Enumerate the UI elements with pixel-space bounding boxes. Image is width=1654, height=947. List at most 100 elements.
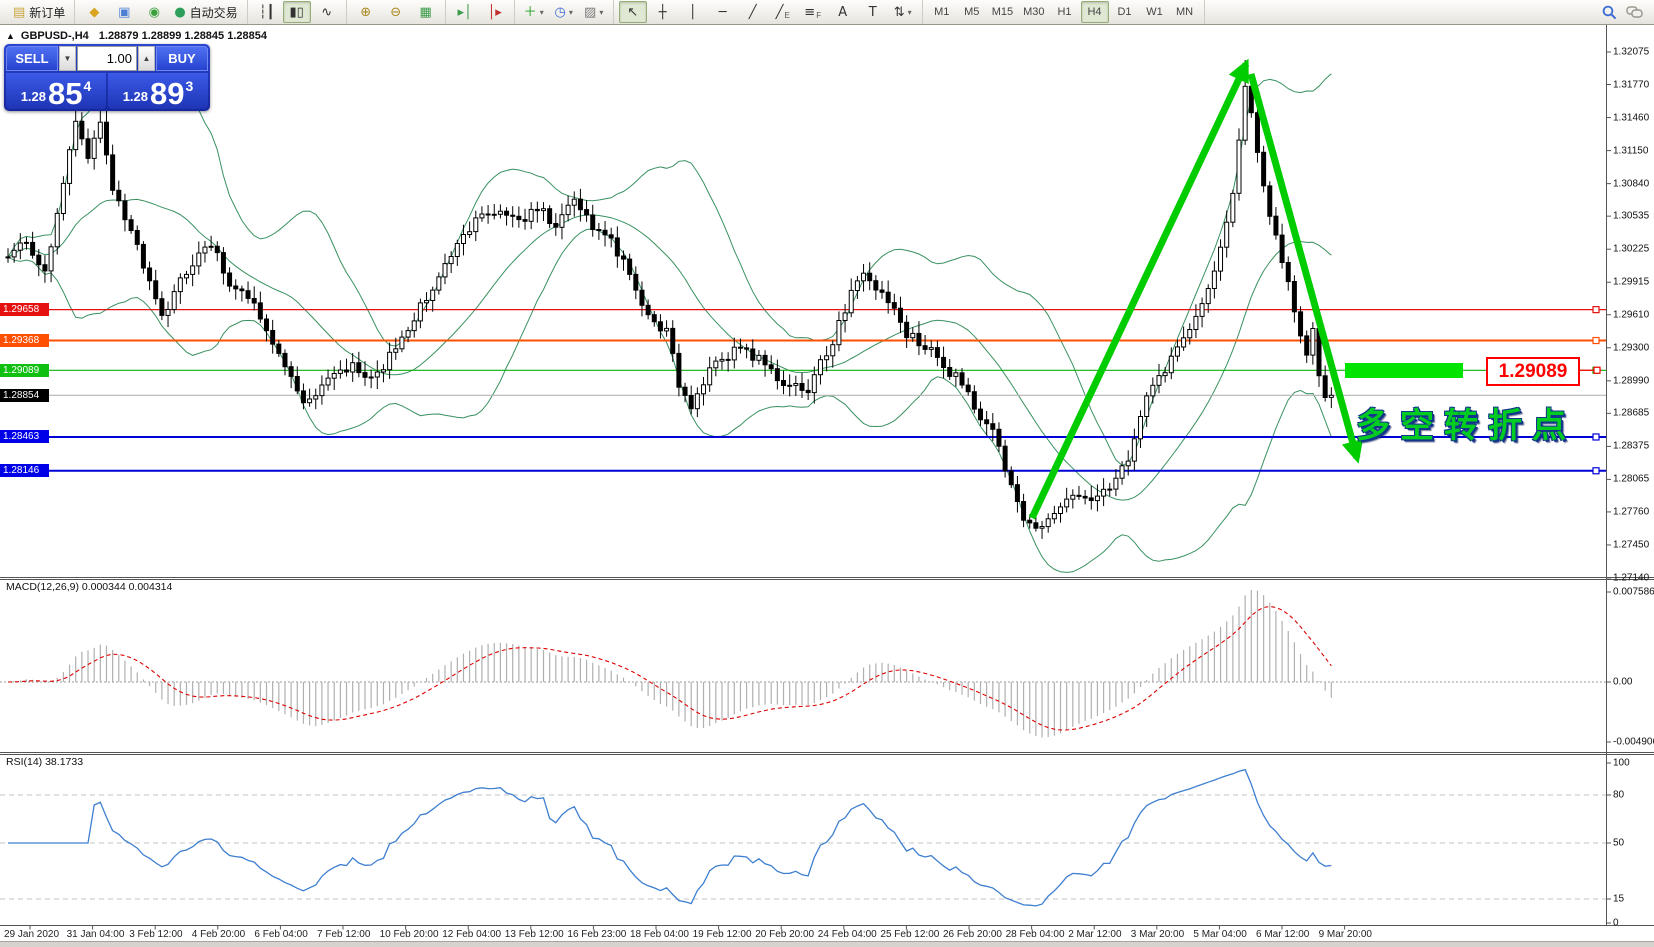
turning-point-annotation[interactable]: 多空转折点 bbox=[1356, 398, 1576, 447]
terminal-button[interactable]: ▣ bbox=[110, 1, 138, 23]
buy-price-base: 1.28 bbox=[123, 89, 148, 104]
tile-windows-button[interactable]: ▦ bbox=[412, 1, 440, 23]
chart-shift-button[interactable]: │▸ bbox=[481, 1, 509, 23]
bar-chart-button[interactable]: ┆┃ bbox=[253, 1, 281, 23]
sell-button[interactable]: SELL bbox=[6, 46, 58, 71]
auto-scroll-button[interactable]: ▸│ bbox=[451, 1, 479, 23]
time-label: 3 Mar 20:00 bbox=[1131, 929, 1184, 940]
vertical-line-button[interactable]: │ bbox=[679, 1, 707, 23]
signals-button[interactable]: ◉ bbox=[140, 1, 168, 23]
toolbar-group-chart-types: ┆┃▮▯∿ bbox=[248, 0, 347, 24]
macd-axis-label: -0.004906 bbox=[1613, 737, 1654, 748]
new-order-button[interactable]: ▤新订单 bbox=[9, 1, 69, 23]
timeframe-m15[interactable]: M15 bbox=[988, 1, 1017, 23]
sell-price-pips: 85 bbox=[48, 79, 82, 108]
price-callout[interactable]: 1.29089 bbox=[1486, 357, 1580, 386]
time-label: 12 Feb 04:00 bbox=[442, 929, 501, 940]
sell-price-base: 1.28 bbox=[21, 89, 46, 104]
mt4-window: ▤新订单◆▣◉●自动交易┆┃▮▯∿⊕⊖▦▸││▸＋▾◷▾▨▾↖┼│─╱╱E≡FA… bbox=[0, 0, 1654, 947]
collapse-panel-toggle[interactable]: ▲ bbox=[6, 31, 15, 41]
text-button[interactable]: A bbox=[829, 1, 857, 23]
timeframe-w1[interactable]: W1 bbox=[1141, 1, 1169, 23]
timeframe-d1[interactable]: D1 bbox=[1111, 1, 1139, 23]
timeframe-m5[interactable]: M5 bbox=[958, 1, 986, 23]
timeframe-h4[interactable]: H4 bbox=[1081, 1, 1109, 23]
time-label: 13 Feb 12:00 bbox=[505, 929, 564, 940]
time-label: 5 Mar 04:00 bbox=[1193, 929, 1246, 940]
chat-icon bbox=[1626, 5, 1644, 20]
time-label: 24 Feb 04:00 bbox=[818, 929, 877, 940]
trend-annotations[interactable] bbox=[1032, 64, 1601, 518]
arrows-button[interactable]: ⇅▾ bbox=[889, 1, 917, 23]
symbol-period-label: GBPUSD-,H4 bbox=[21, 30, 89, 42]
price-tick-label: 1.31460 bbox=[1613, 112, 1649, 123]
volume-up-button[interactable]: ▲ bbox=[138, 46, 155, 71]
price-marker: 1.29658 bbox=[0, 303, 49, 316]
price-tick-label: 1.29915 bbox=[1613, 277, 1649, 288]
time-label: 20 Feb 20:00 bbox=[755, 929, 814, 940]
rsi-axis-label: 50 bbox=[1613, 838, 1624, 849]
toolbar-group-zoom: ⊕⊖▦ bbox=[347, 0, 446, 24]
cursor-button[interactable]: ↖ bbox=[619, 1, 647, 23]
time-label: 2 Mar 12:00 bbox=[1068, 929, 1121, 940]
text-label-button[interactable]: T bbox=[859, 1, 887, 23]
toolbar-group-insert: ＋▾◷▾▨▾ bbox=[515, 0, 614, 24]
price-tick-label: 1.29300 bbox=[1613, 342, 1649, 353]
volume-down-button[interactable]: ▼ bbox=[59, 46, 76, 71]
price-tick-label: 1.28990 bbox=[1613, 375, 1649, 386]
indicators-button[interactable]: ＋▾ bbox=[520, 1, 548, 23]
time-label: 3 Feb 12:00 bbox=[129, 929, 182, 940]
price-tick-label: 1.28065 bbox=[1613, 474, 1649, 485]
trendline-button[interactable]: ╱ bbox=[739, 1, 767, 23]
trade-panel-prices: 1.28 85 4 1.28 89 3 bbox=[6, 73, 208, 109]
price-tick-label: 1.27760 bbox=[1613, 506, 1649, 517]
chart-canvas bbox=[0, 0, 1654, 947]
rsi-pane bbox=[0, 770, 1606, 906]
bollinger-bands bbox=[8, 74, 1331, 573]
fibonacci-button[interactable]: ≡F bbox=[799, 1, 827, 23]
timeframe-m1[interactable]: M1 bbox=[928, 1, 956, 23]
pane-frames bbox=[0, 25, 1654, 930]
price-tick-label: 1.31770 bbox=[1613, 79, 1649, 90]
crosshair-button[interactable]: ┼ bbox=[649, 1, 677, 23]
timeframe-h1[interactable]: H1 bbox=[1051, 1, 1079, 23]
toolbar-group-apps: ◆▣◉●自动交易 bbox=[75, 0, 247, 24]
time-label: 6 Mar 12:00 bbox=[1256, 929, 1309, 940]
line-chart-button[interactable]: ∿ bbox=[313, 1, 341, 23]
timeframe-m30[interactable]: M30 bbox=[1019, 1, 1048, 23]
rsi-axis-label: 0 bbox=[1613, 918, 1619, 929]
periods-button[interactable]: ◷▾ bbox=[550, 1, 578, 23]
price-tick-label: 1.30225 bbox=[1613, 244, 1649, 255]
chat-button[interactable] bbox=[1624, 2, 1646, 22]
search-icon bbox=[1602, 5, 1617, 20]
buy-button[interactable]: BUY bbox=[156, 46, 208, 71]
time-label: 4 Feb 20:00 bbox=[192, 929, 245, 940]
horizontal-line-button[interactable]: ─ bbox=[709, 1, 737, 23]
zoom-in-button[interactable]: ⊕ bbox=[352, 1, 380, 23]
rsi-axis-label: 100 bbox=[1613, 758, 1630, 769]
price-tick-label: 1.29610 bbox=[1613, 309, 1649, 320]
toolbar-group-tools: ↖┼│─╱╱E≡FAT⇅▾ bbox=[614, 0, 923, 24]
search-button[interactable] bbox=[1598, 2, 1620, 22]
macd-axis-label: 0.007586 bbox=[1613, 587, 1654, 598]
chart-header: ▲ GBPUSD-,H4 1.28879 1.28899 1.28845 1.288… bbox=[6, 30, 267, 42]
trade-panel-controls: SELL ▼ ▲ BUY bbox=[6, 46, 208, 71]
time-label: 6 Feb 04:00 bbox=[254, 929, 307, 940]
channel-button[interactable]: ╱E bbox=[769, 1, 797, 23]
ohlc-quote-label: 1.28879 1.28899 1.28845 1.28854 bbox=[99, 30, 267, 42]
timeframe-mn[interactable]: MN bbox=[1171, 1, 1199, 23]
volume-input[interactable] bbox=[77, 46, 137, 71]
time-label: 18 Feb 04:00 bbox=[630, 929, 689, 940]
price-marker: 1.29089 bbox=[0, 364, 49, 377]
macd-pane bbox=[0, 590, 1606, 737]
zoom-out-button[interactable]: ⊖ bbox=[382, 1, 410, 23]
sell-price[interactable]: 1.28 85 4 bbox=[6, 73, 106, 109]
macd-axis-label: 0.00 bbox=[1613, 677, 1632, 688]
time-label: 10 Feb 20:00 bbox=[380, 929, 439, 940]
price-tick-label: 1.28685 bbox=[1613, 408, 1649, 419]
autotrading-button[interactable]: ●自动交易 bbox=[170, 1, 241, 23]
candlestick-chart-button[interactable]: ▮▯ bbox=[283, 1, 311, 23]
metaeditor-button[interactable]: ◆ bbox=[80, 1, 108, 23]
templates-button[interactable]: ▨▾ bbox=[580, 1, 608, 23]
buy-price[interactable]: 1.28 89 3 bbox=[108, 73, 208, 109]
